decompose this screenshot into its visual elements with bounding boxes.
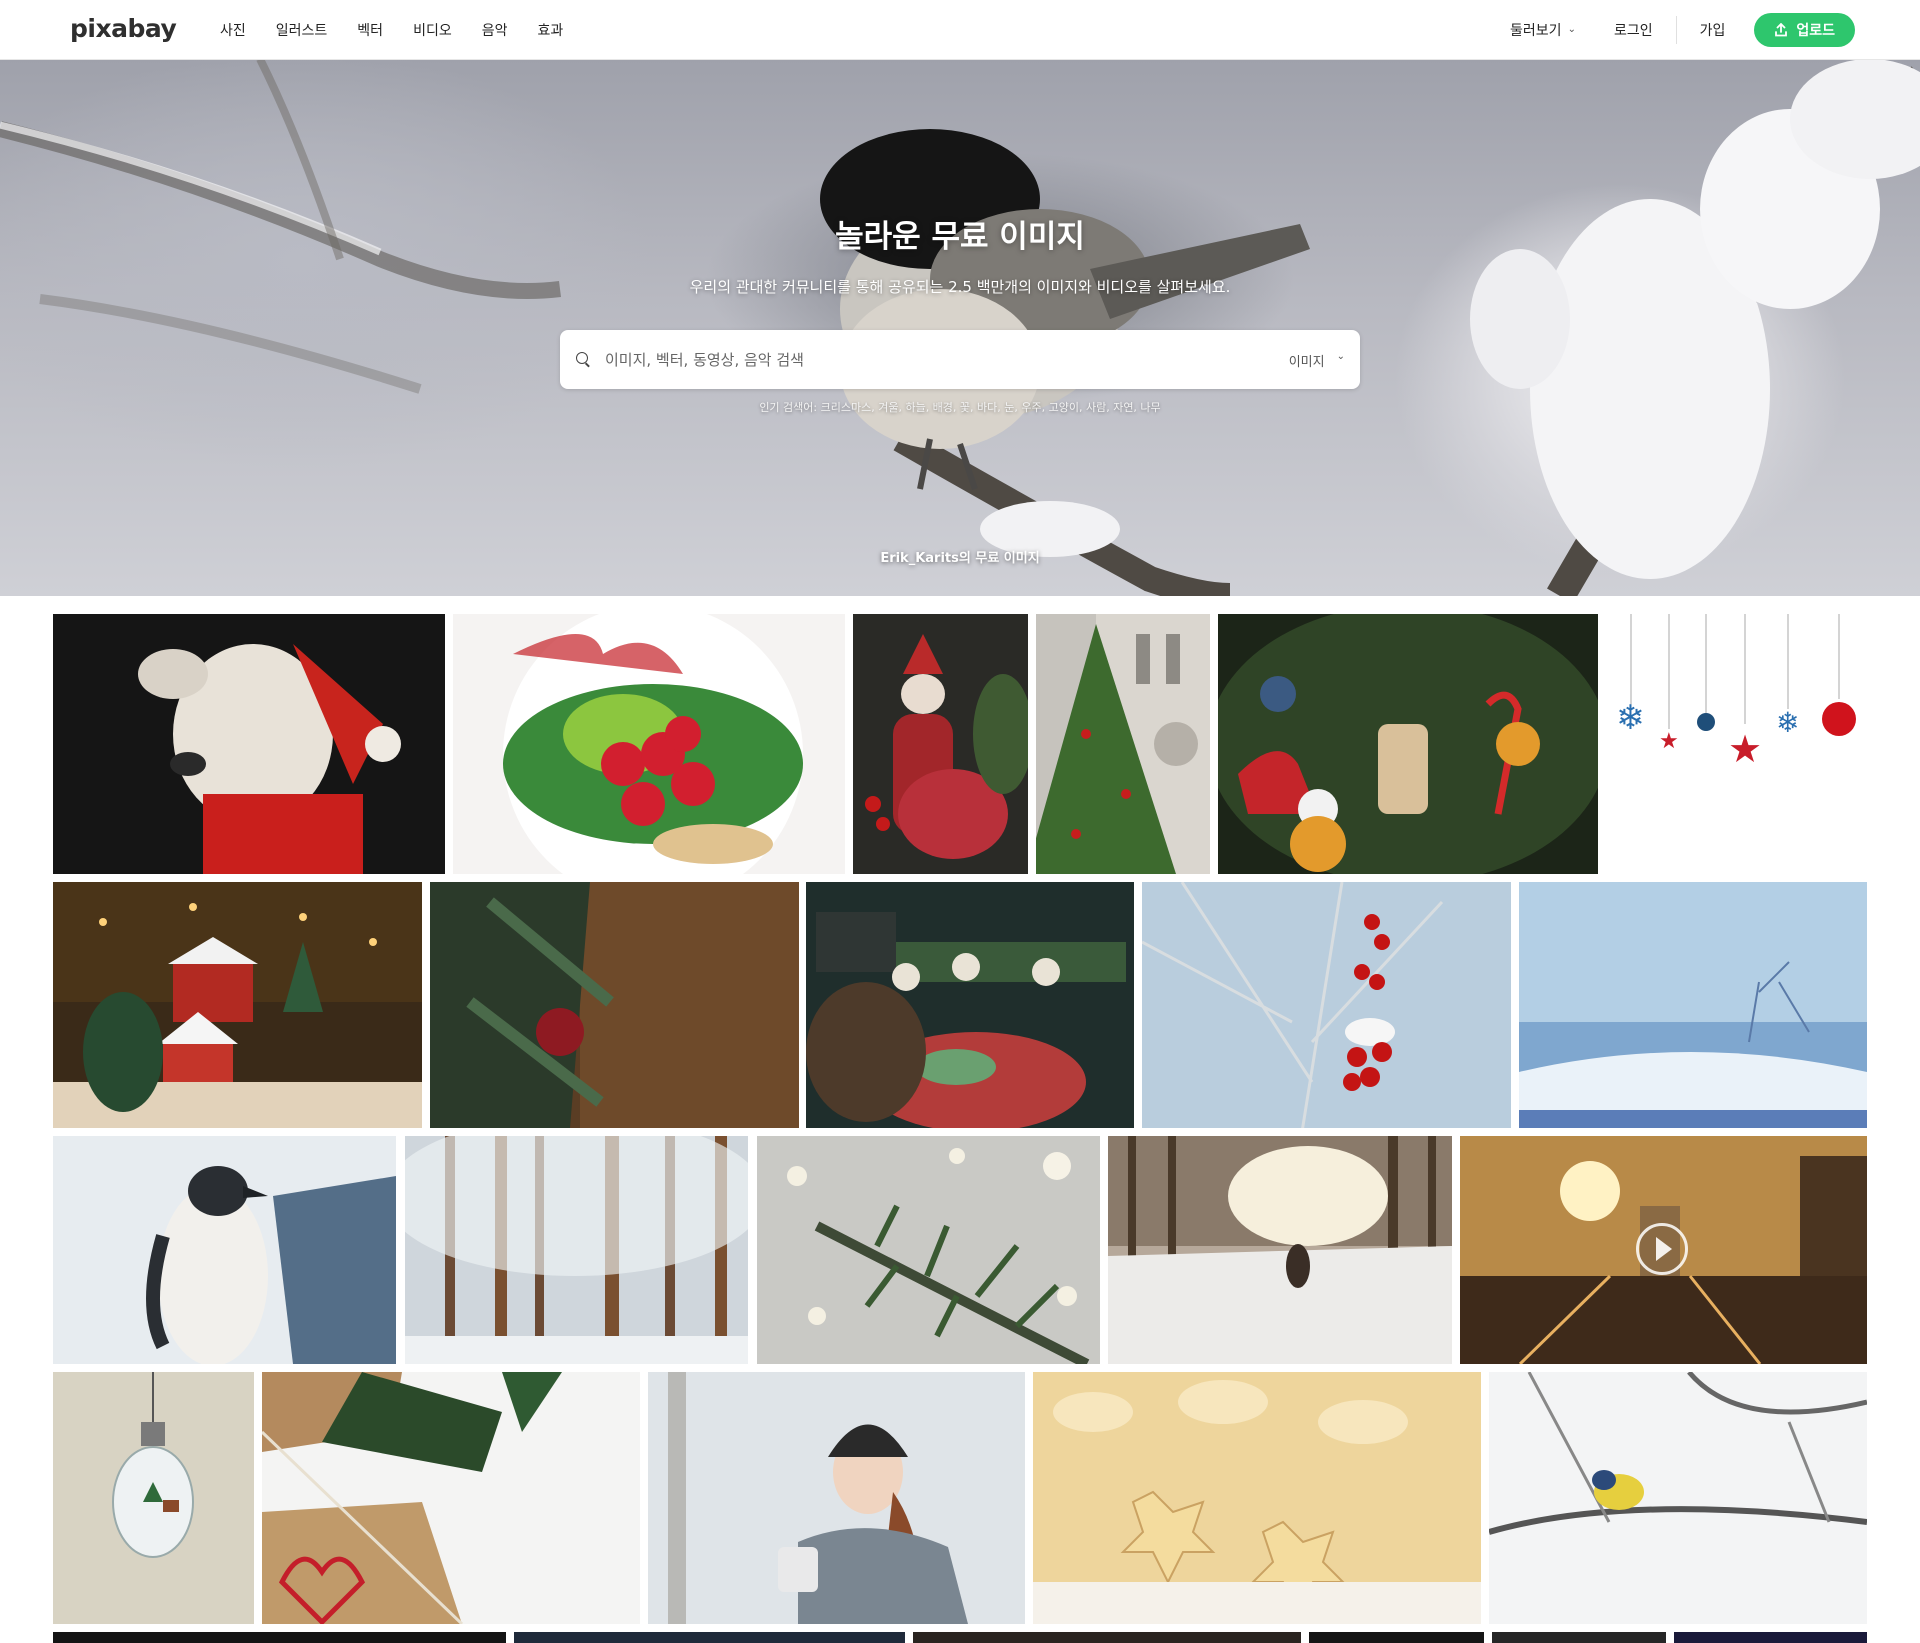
top-navigation-bar: pixabay 사진 일러스트 벡터 비디오 음악 효과 둘러보기 ⌄ 로그인 … [0,0,1920,60]
gallery-image-row5[interactable] [1492,1632,1666,1643]
gallery-image-row5[interactable] [1674,1632,1867,1643]
search-input[interactable] [603,348,1247,372]
upload-button[interactable]: 업로드 [1754,12,1855,47]
gallery-image-row5[interactable] [913,1632,1301,1643]
image-content [1218,614,1598,874]
image-content [138,644,401,874]
image-content: ❄ ★ ★ ❄ [1616,614,1856,771]
pixabay-logo[interactable]: pixabay [70,14,177,43]
image-content [53,882,422,1128]
explore-dropdown[interactable]: 둘러보기 ⌄ [1491,20,1595,40]
nav-sound-effects[interactable]: 효과 [522,20,578,40]
gallery-image-row5[interactable] [53,1632,506,1643]
gallery-image-holly-cookies[interactable] [453,614,845,874]
nav-photos[interactable]: 사진 [205,20,261,40]
hero-title: 놀라운 무료 이미지 [835,219,1085,255]
login-link[interactable]: 로그인 [1595,20,1672,40]
gallery-image-sunset-traffic-video[interactable] [1460,1136,1867,1364]
hero-background-image [0,59,1920,596]
gallery-image-woman-winter[interactable] [648,1372,1025,1624]
image-content [430,882,799,1128]
svg-text:★: ★ [1728,727,1762,771]
play-icon[interactable] [1636,1223,1688,1275]
image-content [1489,1372,1867,1535]
image-content [405,1136,748,1364]
search-bar: 이미지 ⌄ [560,330,1360,389]
explore-label: 둘러보기 [1510,22,1562,39]
gallery-image-christmas-village[interactable] [53,882,422,1128]
nav-videos[interactable]: 비디오 [398,20,467,40]
image-content [1036,614,1210,874]
image-content [806,912,1126,1128]
image-content [503,614,803,874]
gallery-image-bird-frost[interactable] [1489,1372,1867,1624]
svg-text:❄: ❄ [1616,698,1645,738]
header-actions: 둘러보기 ⌄ 로그인 가입 업로드 [1491,0,1855,59]
hero-banner: 놀라운 무료 이미지 우리의 관대한 커뮤니티를 통해 공유되는 2.5 백만개… [0,59,1920,596]
gallery-image-penguin[interactable] [53,1136,396,1364]
gallery-image-tree-ornaments[interactable] [1218,614,1598,874]
chevron-down-icon: ⌄ [1336,351,1345,362]
nav-vectors[interactable]: 벡터 [342,20,398,40]
gallery-image-row5[interactable] [514,1632,905,1643]
upload-icon [1775,22,1788,36]
divider [1675,15,1677,44]
image-content [787,1148,1090,1364]
image-content [1142,882,1444,1128]
image-content [1033,1372,1481,1624]
image-content [865,634,1028,859]
gallery-image-fir-bauble[interactable] [430,882,799,1128]
gallery-image-santa-figurine[interactable] [853,614,1028,874]
gallery-image-lightbulb-globe[interactable] [53,1372,254,1624]
popular-terms[interactable]: 크리스마스, 겨울, 하늘, 배경, 꽃, 바다, 눈, 우주, 고양이, 사람… [821,401,1161,414]
image-content [1519,882,1867,1128]
hero-subtitle: 우리의 관대한 커뮤니티를 통해 공유되는 2.5 백만개의 이미지와 비디오를… [689,278,1231,296]
nav-illustrations[interactable]: 일러스트 [261,20,343,40]
gallery-image-cathedral-tree[interactable] [1036,614,1210,874]
gallery-image-frosty-forest[interactable] [405,1136,748,1364]
image-content [262,1372,562,1624]
image-content [112,1372,194,1558]
image-content [146,1166,396,1364]
popular-searches: 인기 검색어: 크리스마스, 겨울, 하늘, 배경, 꽃, 바다, 눈, 우주,… [0,399,1920,415]
svg-text:★: ★ [1659,729,1679,754]
image-credit[interactable]: Erik_Karits의 무료 이미지 [0,547,1920,566]
gallery-image-star-cookies[interactable] [1033,1372,1481,1624]
main-nav: 사진 일러스트 벡터 비디오 음악 효과 [205,0,578,59]
search-type-label: 이미지 [1288,355,1325,370]
gallery-image-row5[interactable] [1309,1632,1484,1643]
gallery-image-cookies-table[interactable] [806,882,1134,1128]
gallery-image-hanging-ornaments[interactable]: ❄ ★ ★ ❄ [1606,614,1866,874]
search-icon[interactable] [576,352,588,364]
gallery-image-dog-snow-road[interactable] [1108,1136,1452,1364]
upload-label: 업로드 [1796,22,1835,39]
join-link[interactable]: 가입 [1681,20,1745,40]
gallery-image-gift-wrap[interactable] [262,1372,640,1624]
image-content [648,1372,1025,1624]
gallery-image-dog-santa[interactable] [53,614,445,874]
search-type-dropdown[interactable]: 이미지 ⌄ [1289,351,1345,370]
gallery-image-fir-branch-bokeh[interactable] [757,1136,1100,1364]
svg-text:❄: ❄ [1776,706,1799,739]
nav-music[interactable]: 음악 [467,20,523,40]
image-content [1108,1136,1452,1364]
gallery-image-winter-landscape[interactable] [1519,882,1867,1128]
popular-label: 인기 검색어: [759,401,818,414]
chevron-down-icon: ⌄ [1567,24,1576,35]
gallery-image-rowan-berries[interactable] [1142,882,1511,1128]
